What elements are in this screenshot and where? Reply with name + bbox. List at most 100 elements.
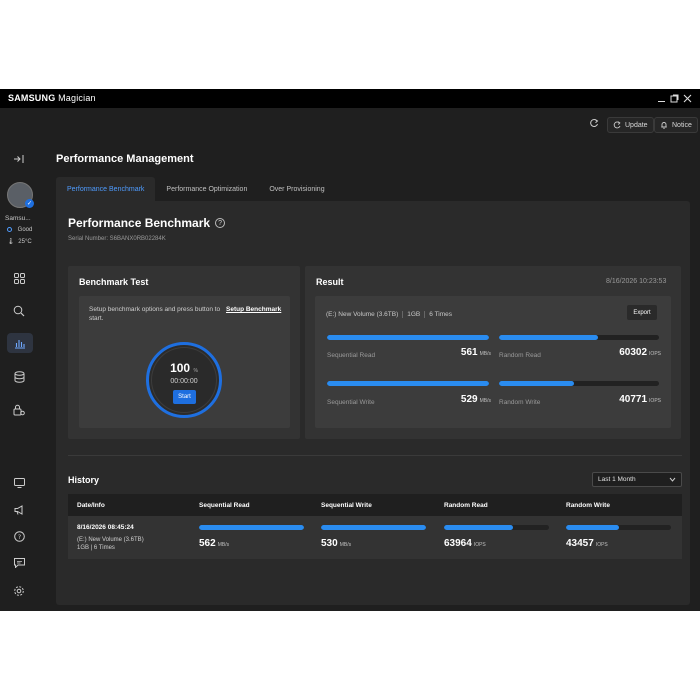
rand-read-unit: IOPS <box>649 351 661 357</box>
sidebar-item-performance[interactable] <box>7 333 33 353</box>
row-date: 8/16/2026 08:45:24 <box>77 524 134 531</box>
history-period-select[interactable]: Last 1 Month <box>592 472 682 487</box>
setup-benchmark-link[interactable]: Setup Benchmark <box>226 306 281 313</box>
rand-write-unit: IOPS <box>649 398 661 404</box>
row-details: 1GB | 6 Times <box>77 545 115 551</box>
rand-write-number: 40771 <box>619 394 648 405</box>
seq-read-unit: MB/s <box>479 351 491 357</box>
row-rand-write-value: 43457 IOPS <box>566 538 608 549</box>
meta-divider <box>424 311 426 318</box>
progress-value: 100 <box>170 361 191 375</box>
tab-performance-optimization[interactable]: Performance Optimization <box>155 177 258 201</box>
rand-write-bar <box>499 381 659 386</box>
tab-bar: Performance Benchmark Performance Optimi… <box>56 177 336 201</box>
sidebar-item-help[interactable]: ? <box>10 527 28 545</box>
result-size: 1GB <box>407 311 421 318</box>
progress-readout: 100 % <box>152 361 216 375</box>
export-button[interactable]: Export <box>627 305 657 320</box>
sidebar-item-settings[interactable] <box>10 582 28 600</box>
refresh-button[interactable] <box>589 118 599 131</box>
search-icon <box>13 305 25 317</box>
update-button[interactable]: Update <box>607 117 654 133</box>
row-rand-read-unit: IOPS <box>473 542 486 548</box>
result-meta: (E:) New Volume (3.6TB) 1GB 6 Times <box>326 311 452 318</box>
row-rand-read-number: 63964 <box>444 538 472 549</box>
sidebar: ✓ Samsu... Good 🌡 25°C ? <box>0 140 44 611</box>
rand-read-value: 60302 IOPS <box>579 347 661 358</box>
page-title: Performance Management <box>56 153 194 165</box>
help-icon[interactable]: ? <box>215 218 226 228</box>
sidebar-item-dashboard[interactable] <box>10 269 28 287</box>
benchmark-panel: Performance Benchmark ? Serial Number: S… <box>56 201 690 605</box>
collapse-icon <box>14 155 24 163</box>
seq-read-value: 561 MB/s <box>419 347 491 358</box>
announce-icon <box>14 505 22 515</box>
close-button[interactable] <box>681 92 693 104</box>
collapse-sidebar-button[interactable] <box>10 150 28 168</box>
history-period-value: Last 1 Month <box>598 476 636 483</box>
row-rand-write-unit: IOPS <box>595 542 608 548</box>
seq-write-bar <box>327 381 489 386</box>
sidebar-item-display[interactable] <box>10 474 28 492</box>
col-seq-write: Sequential Write <box>321 502 372 509</box>
sidebar-item-data-management[interactable] <box>10 368 28 386</box>
row-rand-read-value: 63964 IOPS <box>444 538 486 549</box>
seq-write-value: 529 MB/s <box>419 394 491 405</box>
row-rand-read-bar-fill <box>444 525 514 530</box>
display-icon <box>13 478 25 488</box>
security-icon <box>13 404 25 416</box>
section-title: Performance Benchmark ? <box>68 216 226 230</box>
notice-label: Notice <box>672 121 692 129</box>
history-title: History <box>68 475 100 485</box>
row-info: (E:) New Volume (3.6TB) 1GB | 6 Times <box>77 536 144 552</box>
sidebar-item-security[interactable] <box>10 401 28 419</box>
progress-unit: % <box>193 368 198 374</box>
temperature-status: 🌡 25°C <box>7 238 32 245</box>
row-seq-write-value: 530 MB/s <box>321 538 351 549</box>
temperature-label: 25°C <box>18 239 32 245</box>
app-name: Magician <box>58 93 96 103</box>
minimize-button[interactable] <box>655 92 667 104</box>
settings-icon <box>14 586 24 596</box>
start-button[interactable]: Start <box>173 390 196 404</box>
storage-icon <box>14 371 24 383</box>
benchmark-test-card: Benchmark Test Setup benchmark options a… <box>68 266 300 439</box>
row-volume: (E:) New Volume (3.6TB) <box>77 537 144 543</box>
rand-read-bar <box>499 335 659 340</box>
tab-over-provisioning[interactable]: Over Provisioning <box>258 177 335 201</box>
seq-read-bar <box>327 335 489 340</box>
minimize-icon <box>657 100 665 102</box>
row-rand-read-bar <box>444 525 549 530</box>
result-timestamp: 8/16/2026 10:23:53 <box>606 278 667 285</box>
sidebar-item-announcement[interactable] <box>10 501 28 519</box>
restore-button[interactable] <box>668 92 680 104</box>
seq-write-bar-fill <box>327 381 489 386</box>
update-label: Update <box>625 121 648 129</box>
health-label: Good <box>17 227 33 234</box>
drive-avatar[interactable]: ✓ <box>7 182 34 208</box>
close-icon <box>683 94 691 102</box>
row-rand-write-number: 43457 <box>566 538 594 549</box>
col-rand-read: Random Read <box>444 502 488 509</box>
seq-read-bar-fill <box>327 335 489 340</box>
benchmark-title: Performance Benchmark <box>68 216 211 230</box>
row-seq-write-number: 530 <box>321 538 338 549</box>
benchmark-instructions: Setup benchmark options and press button… <box>89 306 221 322</box>
tab-performance-benchmark[interactable]: Performance Benchmark <box>56 177 156 201</box>
refresh-icon <box>590 119 599 128</box>
sidebar-item-diagnostics[interactable] <box>10 302 28 320</box>
svg-text:?: ? <box>17 533 20 541</box>
chevron-down-icon <box>669 477 676 482</box>
rand-write-bar-fill <box>499 381 575 386</box>
sidebar-item-feedback[interactable] <box>10 554 28 572</box>
seq-write-label: Sequential Write <box>327 399 375 406</box>
notice-button[interactable]: Notice <box>654 117 698 133</box>
rand-write-value: 40771 IOPS <box>579 394 661 405</box>
benchmark-icon <box>15 339 25 349</box>
table-row[interactable]: 8/16/2026 08:45:24 (E:) New Volume (3.6T… <box>68 516 682 559</box>
result-times: 6 Times <box>429 311 453 318</box>
benchmark-test-inner: Setup benchmark options and press button… <box>79 296 290 428</box>
thermometer-icon: 🌡 <box>7 239 15 245</box>
seq-read-label: Sequential Read <box>327 352 376 359</box>
app-title: SAMSUNG Magician <box>8 93 96 103</box>
